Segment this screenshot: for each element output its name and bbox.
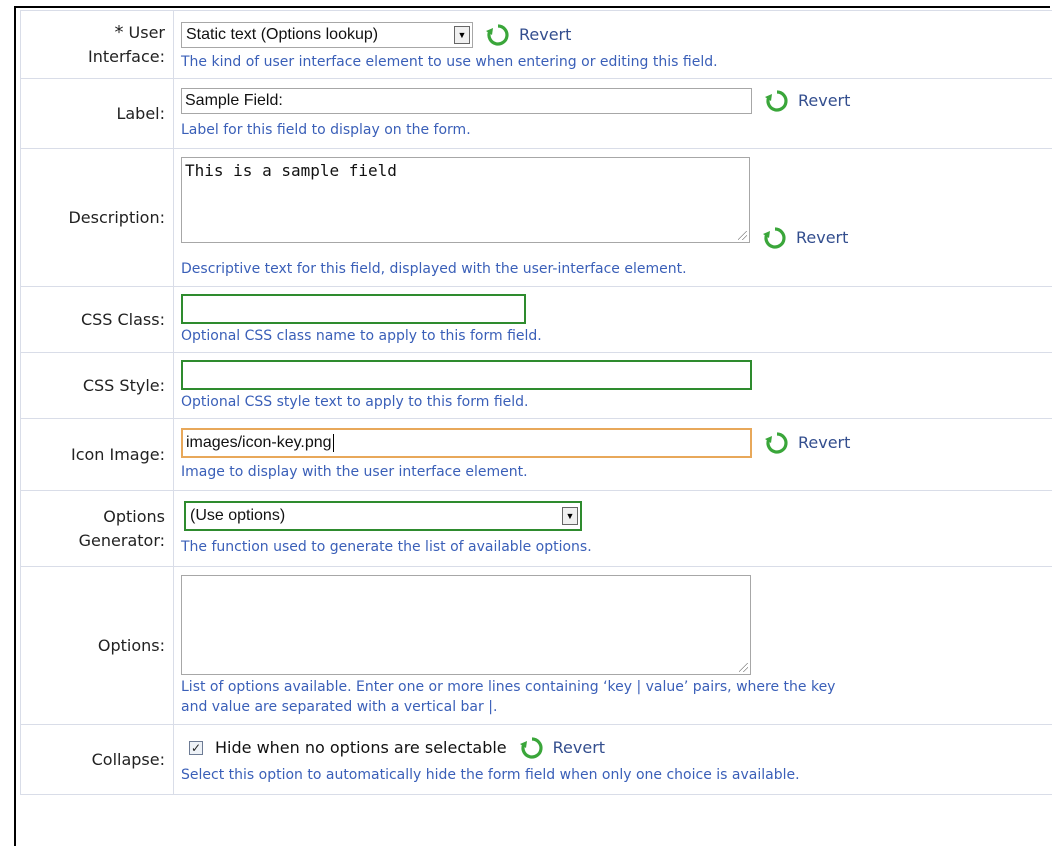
chevron-down-icon[interactable]: ▼ — [454, 26, 470, 44]
user-interface-select[interactable]: Static text (Options lookup) ▼ — [181, 22, 473, 48]
select-value: (Use options) — [186, 507, 562, 525]
revert-icon — [762, 225, 788, 251]
cell-css-class: Optional CSS class name to apply to this… — [174, 287, 1052, 353]
help-css-class: Optional CSS class name to apply to this… — [181, 326, 1052, 346]
field-label-user-interface: * User Interface: — [21, 11, 174, 79]
resize-grip-icon[interactable] — [739, 663, 748, 672]
revert-icon — [764, 430, 790, 456]
revert-button-label[interactable]: Revert — [764, 88, 850, 114]
options-generator-select[interactable]: (Use options) ▼ — [184, 501, 582, 531]
revert-button-icon-image[interactable]: Revert — [764, 430, 850, 456]
label-line2: Generator: — [21, 529, 165, 553]
cell-options-generator: (Use options) ▼ The function used to gen… — [174, 491, 1052, 567]
row-options: Options: List of options available. Ente… — [21, 567, 1052, 725]
chevron-down-icon[interactable]: ▼ — [562, 507, 578, 525]
help-description: Descriptive text for this field, display… — [181, 259, 1052, 279]
resize-grip-icon[interactable] — [738, 231, 747, 240]
help-label: Label for this field to display on the f… — [181, 120, 1052, 140]
input-value: Sample Field: — [185, 92, 283, 110]
check-icon: ✓ — [191, 742, 201, 754]
icon-image-input[interactable]: images/icon-key.png — [181, 428, 752, 458]
field-label-css-class: CSS Class: — [21, 287, 174, 353]
help-icon-image: Image to display with the user interface… — [181, 462, 1052, 482]
css-style-input[interactable] — [181, 360, 752, 390]
revert-button-description[interactable]: Revert — [762, 225, 848, 251]
help-css-style: Optional CSS style text to apply to this… — [181, 392, 1052, 412]
field-label-label: Label: — [21, 79, 174, 149]
field-label-css-style: CSS Style: — [21, 353, 174, 419]
field-label-icon-image: Icon Image: — [21, 419, 174, 491]
label-input[interactable]: Sample Field: — [181, 88, 752, 114]
row-description: Description: This is a sample field Reve… — [21, 149, 1052, 287]
help-options-line2: and value are separated with a vertical … — [181, 697, 1052, 717]
revert-icon — [485, 22, 511, 48]
help-user-interface: The kind of user interface element to us… — [181, 52, 1052, 72]
cell-icon-image: images/icon-key.png Revert Image to disp… — [174, 419, 1052, 491]
options-textarea[interactable] — [181, 575, 751, 675]
field-label-options: Options: — [21, 567, 174, 725]
help-collapse: Select this option to automatically hide… — [181, 765, 1052, 785]
help-options-line1: List of options available. Enter one or … — [181, 677, 1052, 697]
revert-button-collapse[interactable]: Revert — [519, 735, 605, 761]
row-options-generator: Options Generator: (Use options) ▼ The f… — [21, 491, 1052, 567]
cell-css-style: Optional CSS style text to apply to this… — [174, 353, 1052, 419]
revert-label: Revert — [553, 738, 605, 757]
help-options-generator: The function used to generate the list o… — [181, 537, 1052, 557]
revert-button-user-interface[interactable]: Revert — [485, 22, 571, 48]
label-line1: User — [129, 23, 165, 42]
revert-label: Revert — [796, 228, 848, 247]
description-textarea[interactable]: This is a sample field — [181, 157, 750, 243]
input-value: images/icon-key.png — [186, 434, 332, 452]
textarea-value: This is a sample field — [185, 161, 397, 180]
cell-label: Sample Field: Revert Label for this fiel… — [174, 79, 1052, 149]
field-label-collapse: Collapse: — [21, 725, 174, 795]
revert-icon — [519, 735, 545, 761]
collapse-checkbox-label[interactable]: Hide when no options are selectable — [215, 738, 507, 757]
css-class-input[interactable] — [181, 294, 526, 324]
row-collapse: Collapse: ✓ Hide when no options are sel… — [21, 725, 1052, 795]
collapse-checkbox[interactable]: ✓ — [189, 741, 203, 755]
row-css-style: CSS Style: Optional CSS style text to ap… — [21, 353, 1052, 419]
label-line2: Interface: — [21, 45, 165, 69]
row-css-class: CSS Class: Optional CSS class name to ap… — [21, 287, 1052, 353]
required-marker: * — [114, 22, 123, 43]
cell-user-interface: Static text (Options lookup) ▼ Revert Th… — [174, 11, 1052, 79]
field-label-description: Description: — [21, 149, 174, 287]
revert-icon — [764, 88, 790, 114]
row-label: Label: Sample Field: Revert Label for th… — [21, 79, 1052, 149]
field-label-options-generator: Options Generator: — [21, 491, 174, 567]
label-line1: Options — [21, 505, 165, 529]
row-icon-image: Icon Image: images/icon-key.png Revert I… — [21, 419, 1052, 491]
revert-label: Revert — [798, 91, 850, 110]
cell-description: This is a sample field Revert Descriptiv… — [174, 149, 1052, 287]
cell-options: List of options available. Enter one or … — [174, 567, 1052, 725]
select-value: Static text (Options lookup) — [182, 26, 454, 44]
field-properties-form: * User Interface: Static text (Options l… — [20, 10, 1052, 795]
revert-label: Revert — [798, 433, 850, 452]
row-user-interface: * User Interface: Static text (Options l… — [21, 11, 1052, 79]
revert-label: Revert — [519, 25, 571, 44]
cell-collapse: ✓ Hide when no options are selectable Re… — [174, 725, 1052, 795]
text-cursor — [333, 434, 334, 452]
